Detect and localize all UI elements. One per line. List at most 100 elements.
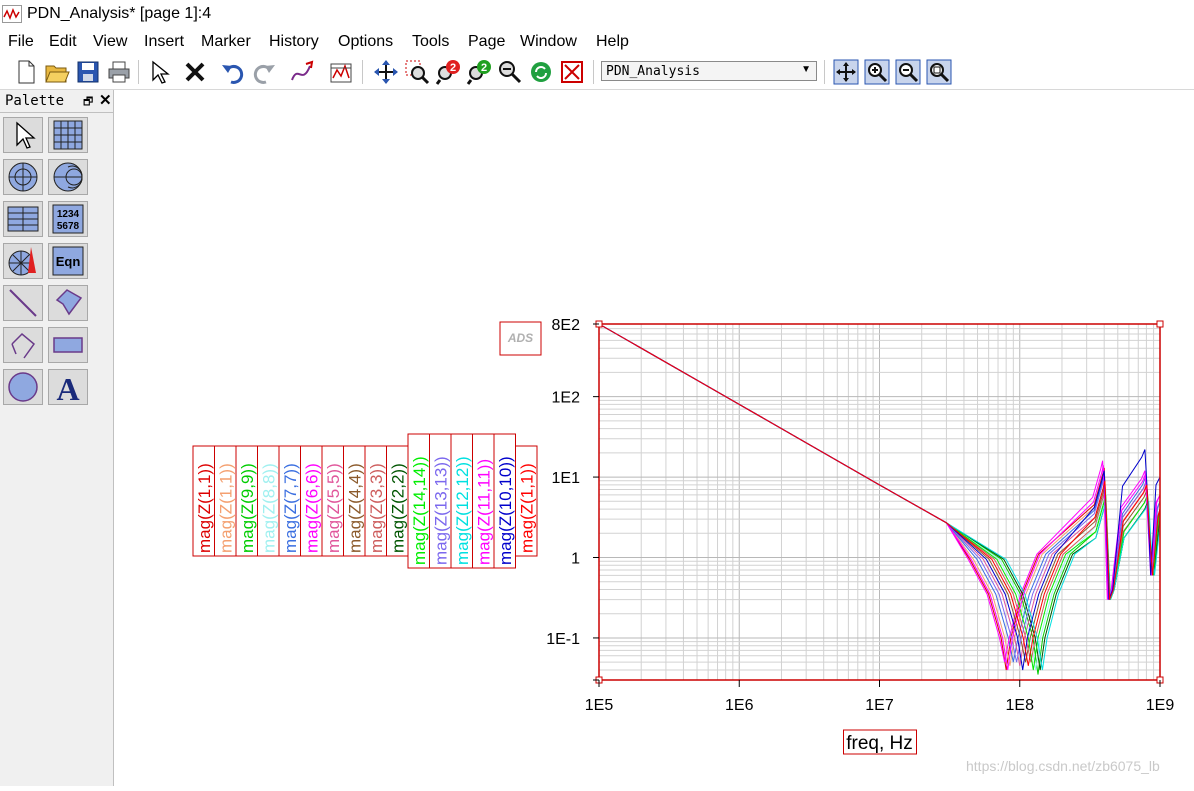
new-icon[interactable] bbox=[12, 58, 40, 86]
page-select-dropdown[interactable]: PDN_Analysis ▼ bbox=[601, 61, 817, 81]
circle-tool[interactable] bbox=[3, 369, 43, 405]
trace-legend: mag(Z(1,1)) mag(Z(1,1)) mag(Z(9,9)) mag(Z(8… bbox=[192, 433, 538, 569]
menu-edit[interactable]: Edit bbox=[49, 33, 77, 51]
print-icon[interactable] bbox=[105, 58, 133, 86]
menu-help[interactable]: Help bbox=[596, 33, 629, 51]
legend-entry[interactable]: mag(Z(14,14)) bbox=[407, 433, 430, 569]
x-tick-label: 1E8 bbox=[1006, 697, 1035, 714]
zoom-area-icon[interactable] bbox=[403, 58, 431, 86]
x-tick-label: 1E5 bbox=[585, 697, 614, 714]
zoom-in-x2-icon[interactable]: 2 bbox=[434, 58, 462, 86]
legend-entry[interactable]: mag(Z(7,7)) bbox=[278, 445, 301, 557]
select-icon[interactable] bbox=[145, 58, 173, 86]
fit-view-icon[interactable] bbox=[832, 58, 860, 86]
x-tick-label: 1E9 bbox=[1146, 697, 1175, 714]
pan-icon[interactable] bbox=[372, 58, 400, 86]
legend-label: mag(Z(12,12)) bbox=[453, 456, 472, 565]
legend-entry[interactable]: mag(Z(8,8)) bbox=[257, 445, 280, 557]
ads-badge: ADS bbox=[499, 321, 542, 356]
menu-file[interactable]: File bbox=[8, 33, 34, 51]
legend-entry[interactable]: mag(Z(12,12)) bbox=[450, 433, 473, 569]
x-axis-label[interactable]: freq, Hz bbox=[843, 729, 917, 755]
palette-panel: Palette 🗗 ✕ 1234 5678 Eqn A bbox=[0, 90, 114, 786]
polyline-tool[interactable] bbox=[3, 327, 43, 363]
legend-entry[interactable]: mag(Z(1,1)) bbox=[192, 445, 215, 557]
rectangular-plot-tool[interactable] bbox=[48, 117, 88, 153]
legend-entry[interactable]: mag(Z(2,2)) bbox=[386, 445, 409, 557]
svg-text:A: A bbox=[56, 371, 79, 404]
legend-label: mag(Z(14,14)) bbox=[410, 456, 429, 565]
legend-entry[interactable]: mag(Z(1,1)) bbox=[214, 445, 237, 557]
plot-canvas[interactable]: ADS mag(Z(1,1)) mag(Z(1,1)) mag(Z(9,9)) mag… bbox=[115, 90, 1194, 786]
menu-history[interactable]: History bbox=[269, 33, 319, 51]
legend-label: mag(Z(1,1)) bbox=[216, 463, 235, 553]
legend-label: mag(Z(6,6)) bbox=[302, 463, 321, 553]
svg-text:2: 2 bbox=[450, 62, 456, 74]
legend-entry[interactable]: mag(Z(4,4)) bbox=[343, 445, 366, 557]
delete-icon[interactable] bbox=[181, 58, 209, 86]
ads-app-icon bbox=[2, 5, 22, 23]
view-zoom-fit-icon[interactable] bbox=[925, 58, 953, 86]
legend-label: mag(Z(1,1)) bbox=[195, 463, 214, 553]
line-tool[interactable] bbox=[3, 285, 43, 321]
plot-options-icon[interactable] bbox=[327, 58, 355, 86]
polar-plot-tool[interactable] bbox=[3, 159, 43, 195]
legend-label: mag(Z(11,11)) bbox=[474, 459, 493, 565]
refresh-icon[interactable] bbox=[527, 58, 555, 86]
menu-window[interactable]: Window bbox=[520, 33, 577, 51]
resize-handle[interactable] bbox=[1156, 320, 1164, 328]
menu-insert[interactable]: Insert bbox=[144, 33, 184, 51]
plot-grid bbox=[598, 323, 1160, 681]
menu-view[interactable]: View bbox=[93, 33, 127, 51]
close-icon[interactable]: ✕ bbox=[99, 91, 112, 109]
text-tool[interactable]: A bbox=[48, 369, 88, 405]
legend-entry[interactable]: mag(Z(6,6)) bbox=[300, 445, 323, 557]
chevron-down-icon: ▼ bbox=[801, 64, 811, 75]
smith-chart-tool[interactable] bbox=[48, 159, 88, 195]
antenna-plot-tool[interactable] bbox=[3, 243, 43, 279]
legend-entry[interactable]: mag(Z(11,11)) bbox=[472, 433, 495, 569]
title-bar: PDN_Analysis* [page 1]:4 bbox=[0, 0, 1194, 30]
undo-icon[interactable] bbox=[219, 58, 247, 86]
toolbar: 2 2 PDN_Analysis ▼ bbox=[0, 56, 1194, 90]
menu-marker[interactable]: Marker bbox=[201, 33, 251, 51]
toolbar-separator bbox=[138, 60, 139, 84]
save-icon[interactable] bbox=[74, 58, 102, 86]
redo-icon[interactable] bbox=[250, 58, 278, 86]
legend-label: mag(Z(2,2)) bbox=[388, 463, 407, 553]
legend-entry[interactable]: mag(Z(3,3)) bbox=[364, 445, 387, 557]
select-tool[interactable] bbox=[3, 117, 43, 153]
view-zoom-in-icon[interactable] bbox=[863, 58, 891, 86]
zoom-out-x2-icon[interactable]: 2 bbox=[465, 58, 493, 86]
toolbar-separator bbox=[824, 60, 825, 84]
open-icon[interactable] bbox=[43, 58, 71, 86]
legend-label: mag(Z(9,9)) bbox=[238, 463, 257, 553]
polygon-tool[interactable] bbox=[48, 285, 88, 321]
menu-tools[interactable]: Tools bbox=[412, 33, 449, 51]
list-tool[interactable] bbox=[3, 201, 43, 237]
x-axis-label-text: freq, Hz bbox=[846, 733, 913, 754]
clear-icon[interactable] bbox=[558, 58, 586, 86]
legend-entry[interactable]: mag(Z(9,9)) bbox=[235, 445, 258, 557]
toolbar-separator bbox=[362, 60, 363, 84]
insert-trace-icon[interactable] bbox=[288, 58, 316, 86]
window-title: PDN_Analysis* [page 1]:4 bbox=[27, 5, 212, 22]
svg-text:5678: 5678 bbox=[57, 221, 80, 232]
view-zoom-out-icon[interactable] bbox=[894, 58, 922, 86]
menu-page[interactable]: Page bbox=[468, 33, 505, 51]
watermark: https://blog.csdn.net/zb6075_lb bbox=[966, 758, 1160, 774]
stack-tool[interactable]: 1234 5678 bbox=[48, 201, 88, 237]
menu-options[interactable]: Options bbox=[338, 33, 393, 51]
float-icon[interactable]: 🗗 bbox=[83, 93, 93, 112]
y-tick-label: 8E2 bbox=[552, 317, 581, 334]
zoom-out-icon[interactable] bbox=[496, 58, 524, 86]
rectangle-tool[interactable] bbox=[48, 327, 88, 363]
legend-entry[interactable]: mag(Z(10,10)) bbox=[493, 433, 516, 569]
equation-tool[interactable]: Eqn bbox=[48, 243, 88, 279]
legend-entry[interactable]: mag(Z(5,5)) bbox=[321, 445, 344, 557]
rectangular-plot[interactable]: ADS mag(Z(1,1)) mag(Z(1,1)) mag(Z(9,9)) mag… bbox=[115, 90, 1194, 786]
legend-entry[interactable]: mag(Z(13,13)) bbox=[429, 433, 452, 569]
legend-label: mag(Z(7,7)) bbox=[281, 463, 300, 553]
y-tick-label: 1 bbox=[571, 551, 580, 568]
legend-entry[interactable]: mag(Z(1,1)) bbox=[515, 445, 538, 557]
